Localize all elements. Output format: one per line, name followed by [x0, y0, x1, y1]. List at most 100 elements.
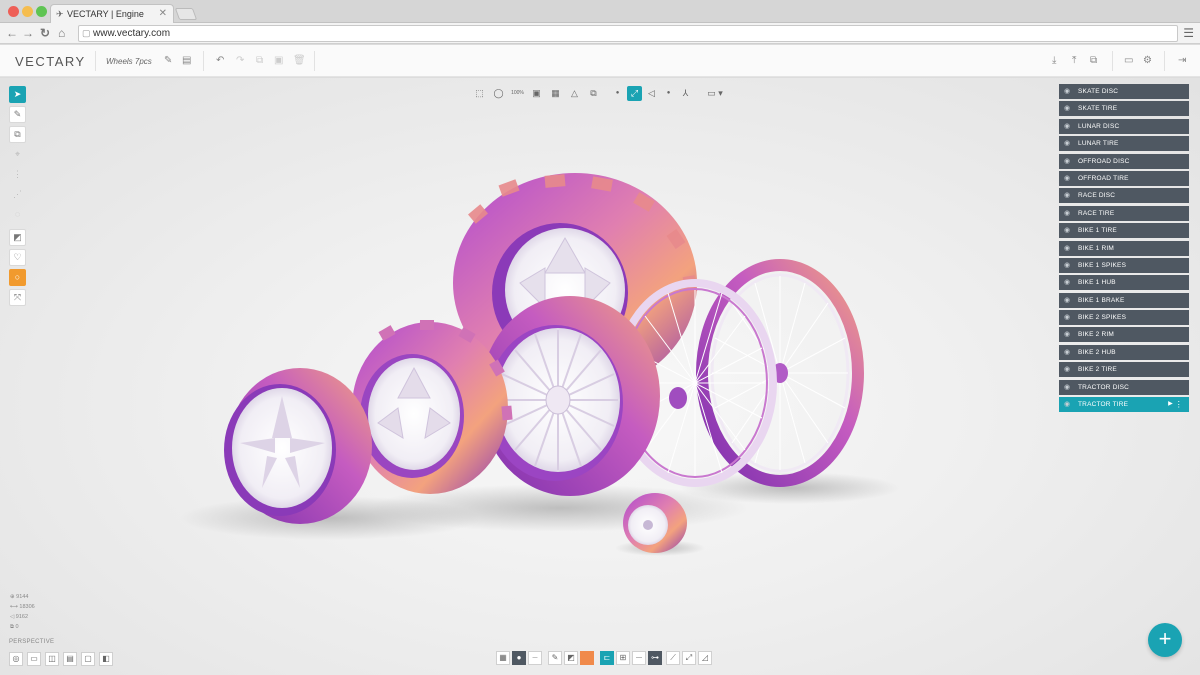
- move-tool-icon[interactable]: ⤢: [627, 86, 642, 101]
- layer-item[interactable]: ◉ BIKE 2 HUB: [1059, 344, 1189, 360]
- eye-icon[interactable]: ◉: [1064, 139, 1070, 147]
- delete-icon[interactable]: 🗑: [293, 55, 306, 66]
- resolution-label[interactable]: 100%: [510, 86, 525, 101]
- layer-item[interactable]: ◉ BIKE 2 TIRE: [1059, 362, 1189, 378]
- snap-tool-button[interactable]: ⋰: [9, 186, 26, 203]
- paste-icon[interactable]: ▣: [274, 55, 283, 66]
- scene-name[interactable]: Wheels 7pcs: [106, 57, 152, 66]
- add-object-button[interactable]: +: [1148, 623, 1182, 657]
- eye-icon[interactable]: ◉: [1064, 400, 1070, 408]
- favorite-tool-button[interactable]: ♡: [9, 249, 26, 266]
- lunar-tire-model[interactable]: [224, 368, 372, 524]
- layer-item[interactable]: ◉ OFFROAD DISC: [1059, 153, 1189, 169]
- subdivide-icon[interactable]: ⤢: [682, 651, 696, 665]
- primitives-tool-button[interactable]: ⧉: [9, 126, 26, 143]
- layer-item[interactable]: ◉ BIKE 1 HUB: [1059, 275, 1189, 291]
- window-minimize-button[interactable]: [22, 6, 33, 17]
- layer-item[interactable]: ◉ BIKE 2 SPIKES: [1059, 310, 1189, 326]
- paint-icon[interactable]: ◩: [564, 651, 578, 665]
- skate-wheel-model[interactable]: [623, 493, 687, 553]
- layer-item[interactable]: ◉ BIKE 2 RIM: [1059, 327, 1189, 343]
- layer-item[interactable]: ◉ SKATE TIRE: [1059, 101, 1189, 117]
- eye-icon[interactable]: ◉: [1064, 226, 1070, 234]
- layer-item[interactable]: ◉ LUNAR DISC: [1059, 118, 1189, 134]
- bottom-view-icon[interactable]: ▢: [81, 652, 95, 666]
- split-view-icon[interactable]: ◧: [99, 652, 113, 666]
- new-tab-button[interactable]: [174, 8, 198, 20]
- front-view-icon[interactable]: ▭: [27, 652, 41, 666]
- logout-icon[interactable]: ⇥: [1178, 55, 1186, 66]
- grid-icon[interactable]: ▦: [548, 86, 563, 101]
- edit-pencil-icon[interactable]: ✎: [164, 55, 172, 66]
- pin-icon[interactable]: ▶: [1168, 400, 1173, 407]
- dot-icon[interactable]: ●: [610, 86, 625, 101]
- eye-icon[interactable]: ◉: [1064, 365, 1070, 373]
- save-icon[interactable]: ▤: [182, 55, 191, 66]
- perspective-view-icon[interactable]: ◎: [9, 652, 23, 666]
- view-mode-label[interactable]: PERSPECTIVE: [9, 639, 54, 645]
- bevel-icon[interactable]: ◿: [698, 651, 712, 665]
- object-mode-icon[interactable]: ⊶: [648, 651, 662, 665]
- solid-shading-icon[interactable]: ●: [512, 651, 526, 665]
- tab-close-icon[interactable]: ✕: [159, 8, 167, 19]
- scale-tool-icon[interactable]: ⅄: [678, 86, 693, 101]
- eye-icon[interactable]: ◉: [1064, 157, 1070, 165]
- grid-toggle-icon[interactable]: ▦: [496, 651, 510, 665]
- vertex-mode-icon[interactable]: ⊏: [600, 651, 614, 665]
- reload-icon[interactable]: ↻: [40, 26, 50, 40]
- upload-icon[interactable]: ⤒: [1072, 55, 1076, 66]
- redo-icon[interactable]: ↷: [236, 55, 244, 66]
- layer-item[interactable]: ◉ LUNAR TIRE: [1059, 136, 1189, 152]
- brush-icon[interactable]: ✎: [548, 651, 562, 665]
- measure-tool-button[interactable]: ◌: [9, 206, 26, 223]
- triangle-icon[interactable]: △: [567, 86, 582, 101]
- transform-tool-button[interactable]: ⌖: [9, 146, 26, 163]
- download-icon[interactable]: ⤓: [1052, 55, 1056, 66]
- eye-icon[interactable]: ◉: [1064, 261, 1070, 269]
- eye-icon[interactable]: ◉: [1064, 104, 1070, 112]
- side-view-icon[interactable]: ◫: [45, 652, 59, 666]
- share-icon[interactable]: ⧉: [1090, 55, 1097, 66]
- undo-icon[interactable]: ↶: [216, 55, 224, 66]
- eye-icon[interactable]: ◉: [1064, 87, 1070, 95]
- color-tool-button[interactable]: ○: [9, 269, 26, 286]
- layer-item[interactable]: ◉ SKATE DISC: [1059, 84, 1189, 99]
- layer-item[interactable]: ◉ TRACTOR DISC: [1059, 379, 1189, 395]
- align-tool-button[interactable]: ⋮: [9, 166, 26, 183]
- 3d-viewport[interactable]: ➤ ✎ ⧉ ⌖ ⋮ ⋰ ◌ ◩ ♡ ○ ⤧ ⬚ ◯ 100% ▣ ▦ △ ⧉ ●…: [0, 78, 1200, 675]
- window-close-button[interactable]: [8, 6, 19, 17]
- rotate-tool-icon[interactable]: ◁: [644, 86, 659, 101]
- wheels-scene[interactable]: [0, 78, 1200, 675]
- eye-icon[interactable]: ◉: [1064, 383, 1070, 391]
- layer-item[interactable]: ◉ BIKE 1 BRAKE: [1059, 292, 1189, 308]
- material-tool-button[interactable]: ◩: [9, 229, 26, 246]
- frame-icon[interactable]: ▣: [529, 86, 544, 101]
- layer-item[interactable]: ◉ OFFROAD TIRE: [1059, 170, 1189, 186]
- expand-tool-button[interactable]: ⤧: [9, 289, 26, 306]
- copy-icon[interactable]: ⧉: [256, 55, 263, 66]
- more-options-icon[interactable]: ⋮: [1175, 400, 1183, 409]
- window-maximize-button[interactable]: [36, 6, 47, 17]
- eye-icon[interactable]: ◉: [1064, 174, 1070, 182]
- eye-icon[interactable]: ◉: [1064, 330, 1070, 338]
- back-arrow-icon[interactable]: ←: [6, 26, 18, 40]
- eye-icon[interactable]: ◉: [1064, 296, 1070, 304]
- eye-icon[interactable]: ◉: [1064, 313, 1070, 321]
- box-select-icon[interactable]: ⬚: [472, 86, 487, 101]
- extrude-icon[interactable]: ⟋: [666, 651, 680, 665]
- wireframe-icon[interactable]: —: [528, 651, 542, 665]
- home-icon[interactable]: ⌂: [58, 26, 65, 40]
- face-mode-icon[interactable]: —: [632, 651, 646, 665]
- browser-menu-icon[interactable]: ☰: [1183, 26, 1194, 40]
- eye-icon[interactable]: ◉: [1064, 244, 1070, 252]
- forward-arrow-icon[interactable]: →: [22, 26, 34, 40]
- eye-icon[interactable]: ◉: [1064, 122, 1070, 130]
- top-view-icon[interactable]: ▤: [63, 652, 77, 666]
- pen-tool-button[interactable]: ✎: [9, 106, 26, 123]
- layer-item[interactable]: ◉ RACE DISC: [1059, 188, 1189, 204]
- eye-icon[interactable]: ◉: [1064, 278, 1070, 286]
- layer-item[interactable]: ◉ BIKE 1 TIRE: [1059, 223, 1189, 239]
- layer-item-selected[interactable]: ◉ TRACTOR TIRE ▶ ⋮: [1059, 397, 1189, 413]
- point-tool-icon[interactable]: ●: [661, 86, 676, 101]
- eye-icon[interactable]: ◉: [1064, 191, 1070, 199]
